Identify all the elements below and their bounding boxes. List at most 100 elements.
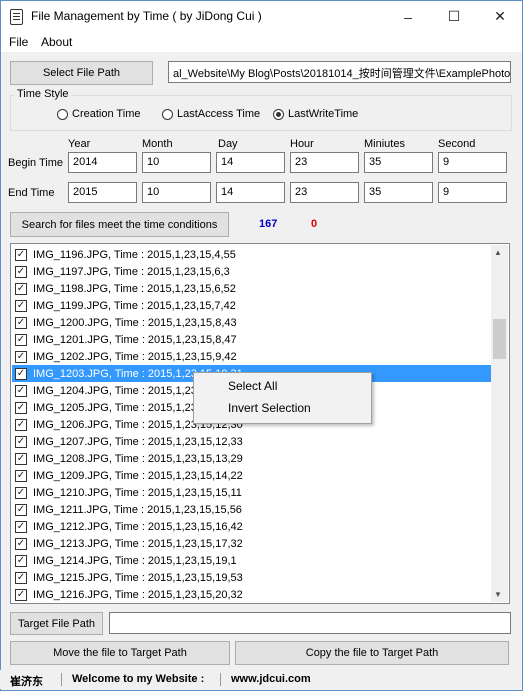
checkbox-checked-icon[interactable]: ✓ — [15, 588, 27, 601]
scroll-down-icon[interactable]: ▼ — [494, 590, 502, 599]
list-item[interactable]: ✓ IMG_1209.JPG, Time : 2015,1,23,15,14,22 — [12, 467, 492, 484]
file-entry-text: IMG_1214.JPG, Time : 2015,1,23,15,19,1 — [33, 554, 237, 567]
list-item[interactable]: ✓ IMG_1200.JPG, Time : 2015,1,23,15,8,43 — [12, 314, 492, 331]
error-count: 0 — [311, 218, 318, 230]
checkbox-checked-icon[interactable]: ✓ — [15, 503, 27, 516]
list-item[interactable]: ✓ IMG_1208.JPG, Time : 2015,1,23,15,13,29 — [12, 450, 492, 467]
checkbox-checked-icon[interactable]: ✓ — [15, 248, 27, 261]
radio-label: LastAccess Time — [177, 108, 261, 120]
radio-label: Creation Time — [72, 108, 141, 120]
radio-circle[interactable] — [162, 108, 173, 120]
author-name: 崔济东 — [10, 676, 43, 688]
welcome-text: Welcome to my Website : — [72, 673, 205, 685]
list-item[interactable]: ✓ IMG_1196.JPG, Time : 2015,1,23,15,4,55 — [12, 246, 492, 263]
list-item[interactable]: ✓ IMG_1201.JPG, Time : 2015,1,23,15,8,47 — [12, 331, 492, 348]
begin-time-label: Begin Time — [8, 157, 64, 169]
checkbox-checked-icon[interactable]: ✓ — [15, 367, 27, 380]
scrollbar-thumb[interactable] — [493, 319, 506, 359]
menu-file[interactable]: File — [9, 35, 28, 49]
list-item[interactable]: ✓ IMG_1198.JPG, Time : 2015,1,23,15,6,52 — [12, 280, 492, 297]
checkbox-checked-icon[interactable]: ✓ — [15, 333, 27, 346]
end-time-label: End Time — [8, 187, 55, 199]
target-file-path-button[interactable]: Target File Path — [10, 612, 103, 635]
file-entry-text: IMG_1210.JPG, Time : 2015,1,23,15,15,11 — [33, 486, 242, 499]
radio-circle[interactable] — [273, 108, 284, 120]
radio-creation-time[interactable]: Creation Time — [57, 108, 140, 120]
target-path-field[interactable] — [109, 612, 511, 634]
checkbox-checked-icon[interactable]: ✓ — [15, 299, 27, 312]
checkbox-checked-icon[interactable]: ✓ — [15, 435, 27, 448]
checkbox-checked-icon[interactable]: ✓ — [15, 537, 27, 550]
list-item[interactable]: ✓ IMG_1212.JPG, Time : 2015,1,23,15,16,42 — [12, 518, 492, 535]
begin-hour-field[interactable]: 23 — [290, 152, 359, 173]
checkbox-checked-icon[interactable]: ✓ — [15, 486, 27, 499]
menu-select-all[interactable]: Select All — [228, 379, 277, 393]
search-files-button[interactable]: Search for files meet the time condition… — [10, 212, 229, 237]
menu-about[interactable]: About — [41, 35, 72, 49]
list-item[interactable]: ✓ IMG_1215.JPG, Time : 2015,1,23,15,19,53 — [12, 569, 492, 586]
list-item[interactable]: ✓ IMG_1216.JPG, Time : 2015,1,23,15,20,32 — [12, 586, 492, 603]
list-item[interactable]: ✓ IMG_1197.JPG, Time : 2015,1,23,15,6,3 — [12, 263, 492, 280]
checkbox-checked-icon[interactable]: ✓ — [15, 469, 27, 482]
end-day-field[interactable]: 14 — [216, 182, 285, 203]
minimize-icon[interactable]: – — [385, 1, 431, 32]
col-year: Year — [68, 138, 91, 150]
app-icon — [10, 9, 23, 25]
radio-circle[interactable] — [57, 108, 68, 120]
checkbox-checked-icon[interactable]: ✓ — [15, 265, 27, 278]
file-entry-text: IMG_1211.JPG, Time : 2015,1,23,15,15,56 — [33, 503, 242, 516]
checkbox-checked-icon[interactable]: ✓ — [15, 401, 27, 414]
end-year-field[interactable]: 2015 — [68, 182, 137, 203]
checkbox-checked-icon[interactable]: ✓ — [15, 350, 27, 363]
close-icon[interactable]: ✕ — [477, 1, 523, 32]
list-item[interactable]: ✓ IMG_1211.JPG, Time : 2015,1,23,15,15,56 — [12, 501, 492, 518]
end-hour-field[interactable]: 23 — [290, 182, 359, 203]
checkbox-checked-icon[interactable]: ✓ — [15, 316, 27, 329]
checkbox-checked-icon[interactable]: ✓ — [15, 554, 27, 567]
move-files-button[interactable]: Move the file to Target Path — [10, 641, 230, 665]
radio-lastwrite-time[interactable]: LastWriteTime — [273, 108, 358, 120]
col-minutes: Miniutes — [364, 138, 405, 150]
file-entry-text: IMG_1198.JPG, Time : 2015,1,23,15,6,52 — [33, 282, 236, 295]
file-entry-text: IMG_1200.JPG, Time : 2015,1,23,15,8,43 — [33, 316, 237, 329]
list-item[interactable]: ✓ IMG_1207.JPG, Time : 2015,1,23,15,12,33 — [12, 433, 492, 450]
checkbox-checked-icon[interactable]: ✓ — [15, 418, 27, 431]
found-count: 167 — [259, 218, 278, 230]
file-entry-text: IMG_1208.JPG, Time : 2015,1,23,15,13,29 — [33, 452, 243, 465]
col-month: Month — [142, 138, 173, 150]
website-link[interactable]: www.jdcui.com — [231, 673, 311, 685]
list-item[interactable]: ✓ IMG_1199.JPG, Time : 2015,1,23,15,7,42 — [12, 297, 492, 314]
end-month-field[interactable]: 10 — [142, 182, 211, 203]
checkbox-checked-icon[interactable]: ✓ — [15, 384, 27, 397]
begin-year-field[interactable]: 2014 — [68, 152, 137, 173]
col-second: Second — [438, 138, 476, 150]
checkbox-checked-icon[interactable]: ✓ — [15, 571, 27, 584]
begin-second-field[interactable]: 9 — [438, 152, 507, 173]
list-item[interactable]: ✓ IMG_1210.JPG, Time : 2015,1,23,15,15,11 — [12, 484, 492, 501]
checkbox-checked-icon[interactable]: ✓ — [15, 520, 27, 533]
select-file-path-button[interactable]: Select File Path — [10, 61, 153, 85]
menu-invert-selection[interactable]: Invert Selection — [228, 401, 311, 415]
maximize-icon[interactable]: ☐ — [431, 1, 477, 32]
list-item[interactable]: ✓ IMG_1214.JPG, Time : 2015,1,23,15,19,1 — [12, 552, 492, 569]
scroll-up-icon[interactable]: ▲ — [494, 248, 502, 257]
list-item[interactable]: ✓ IMG_1202.JPG, Time : 2015,1,23,15,9,42 — [12, 348, 492, 365]
file-entry-text: IMG_1199.JPG, Time : 2015,1,23,15,7,42 — [33, 299, 236, 312]
file-entry-text: IMG_1213.JPG, Time : 2015,1,23,15,17,32 — [33, 537, 243, 550]
list-scrollbar[interactable]: ▲ ▼ — [491, 245, 508, 602]
col-day: Day — [218, 138, 238, 150]
checkbox-checked-icon[interactable]: ✓ — [15, 282, 27, 295]
begin-month-field[interactable]: 10 — [142, 152, 211, 173]
end-minutes-field[interactable]: 35 — [364, 182, 433, 203]
window-title: File Management by Time ( by JiDong Cui … — [31, 9, 262, 23]
begin-minutes-field[interactable]: 35 — [364, 152, 433, 173]
radio-lastaccess-time[interactable]: LastAccess Time — [162, 108, 260, 120]
file-path-field[interactable]: al_Website\My Blog\Posts\20181014_按时间管理文… — [168, 61, 511, 83]
begin-day-field[interactable]: 14 — [216, 152, 285, 173]
copy-files-button[interactable]: Copy the file to Target Path — [235, 641, 509, 665]
checkbox-checked-icon[interactable]: ✓ — [15, 452, 27, 465]
file-entry-text: IMG_1207.JPG, Time : 2015,1,23,15,12,33 — [33, 435, 243, 448]
end-second-field[interactable]: 9 — [438, 182, 507, 203]
list-item[interactable]: ✓ IMG_1213.JPG, Time : 2015,1,23,15,17,32 — [12, 535, 492, 552]
menu-bar: File About — [1, 32, 522, 52]
